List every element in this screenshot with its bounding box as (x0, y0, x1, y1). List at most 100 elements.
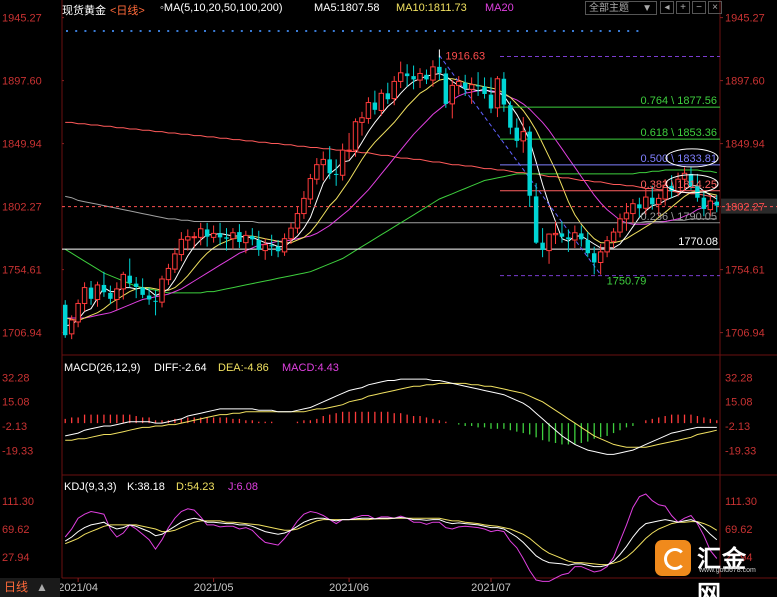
candle-body (585, 240, 590, 254)
collapse-icon[interactable]: ◂ (660, 1, 674, 14)
candle-body (153, 300, 158, 302)
candle-body (417, 72, 423, 81)
marker-dot (388, 30, 390, 32)
x-tick-label: 2021/05 (194, 582, 234, 594)
macd-value: MACD:4.43 (282, 362, 339, 374)
ma-params-label: ◦MA(5,10,20,50,100,200) (160, 2, 283, 14)
candle-body (533, 196, 539, 243)
candle-body (610, 231, 617, 242)
kdj-tick-label-left: 111.30 (2, 496, 34, 508)
price-tick-label-left: 1706.94 (2, 328, 42, 340)
kdj-d: D:54.23 (176, 481, 215, 493)
price-chart[interactable]: 1945.27 1945.27 1897.60 1897.60 1849.94 1849.… (0, 0, 777, 597)
marker-dot (516, 30, 519, 32)
marker-dot (415, 30, 418, 32)
marker-dot (305, 30, 308, 32)
price-tick-label-left: 1849.94 (2, 139, 42, 151)
candle-body (404, 73, 410, 77)
chevron-up-icon: ▲ (36, 580, 48, 594)
x-tick-label: 2021/07 (471, 582, 511, 594)
price-tick-label-right: 1897.60 (725, 76, 765, 88)
candle-body (230, 232, 236, 240)
candle-body (250, 236, 255, 240)
marker-dot (268, 30, 271, 32)
minus-icon[interactable]: − (692, 1, 706, 14)
marker-dot (608, 30, 611, 32)
candle-body (508, 105, 513, 128)
price-tick-label-left: 1897.60 (2, 76, 42, 88)
site-logo: 汇金网 www.gold678.com (655, 540, 765, 597)
marker-dot (75, 30, 78, 32)
theme-dropdown[interactable]: 全部主题 ▼ (585, 1, 657, 15)
price-tick-label-right: 1754.61 (725, 265, 765, 277)
period-tab[interactable]: 日线 ▲ (0, 578, 60, 597)
candle-body (81, 287, 88, 304)
period-label[interactable]: <日线> (110, 2, 145, 18)
candle-body (108, 292, 113, 299)
candle-body (397, 72, 404, 82)
candle-body (243, 234, 249, 244)
candle-body (165, 267, 172, 281)
candle-body (707, 200, 714, 211)
marker-dot (121, 30, 124, 32)
candle-body (178, 238, 185, 256)
macd-params: MACD(26,12,9) (64, 362, 141, 374)
price-tick-label-left: 1754.61 (2, 265, 42, 277)
marker-dot (397, 30, 400, 32)
marker-dot (259, 30, 262, 32)
macd-tick-label-left: -19.33 (2, 446, 33, 458)
price-tick-label-right: 1802.27 (725, 202, 765, 214)
marker-dot (581, 30, 584, 32)
candle-body (437, 66, 442, 73)
price-tick-label-right: 1849.94 (725, 139, 765, 151)
marker-dot (369, 30, 372, 32)
candle-body (185, 236, 191, 241)
theme-dropdown-label: 全部主题 (589, 3, 629, 14)
kdj-j: J:6.08 (228, 481, 258, 493)
marker-dot (572, 30, 574, 32)
kdj-params: KDJ(9,3,3) (64, 481, 117, 493)
chevron-down-icon: ▼ (642, 3, 652, 14)
add-icon[interactable]: + (676, 1, 690, 14)
marker-dot (84, 30, 87, 32)
candle-body (385, 93, 390, 100)
candle-body (172, 253, 178, 270)
candle-body (210, 232, 217, 238)
candle-body (197, 228, 204, 238)
candle-body (346, 149, 352, 152)
marker-dot (158, 30, 160, 32)
fib-label: 0.500 \ 1833.81 (641, 153, 717, 165)
candle-body (114, 288, 120, 300)
macd-diff-line (65, 378, 717, 455)
marker-dot (185, 30, 188, 32)
candle-body (68, 319, 75, 335)
macd-tick-label-right: -2.13 (725, 421, 750, 433)
marker-dot (443, 30, 446, 32)
marker-dot (231, 30, 234, 32)
candle-body (146, 295, 152, 300)
ma5-value: MA5:1807.58 (314, 2, 380, 14)
x-tick-label: 2021/04 (58, 582, 98, 594)
candle-body (650, 197, 655, 205)
fib-label: 0.236 \ 1790.05 (641, 211, 717, 223)
candle-body (365, 102, 372, 119)
candle-body (140, 287, 145, 295)
candle-body (597, 251, 604, 263)
macd-dea-line (65, 382, 717, 448)
marker-dot (562, 30, 565, 32)
macd-tick-label-right: -19.33 (725, 446, 756, 458)
marker-dot (434, 30, 436, 32)
candle-body (520, 131, 526, 142)
candle-body (204, 229, 210, 237)
macd-tick-label-right: 15.08 (725, 397, 753, 409)
candle-body (378, 92, 385, 111)
kdj-d-line (65, 517, 718, 566)
candle-body (456, 80, 462, 86)
candle-body (514, 127, 520, 141)
candle-body (643, 196, 649, 209)
close-icon[interactable]: × (708, 1, 722, 14)
kdj-tick-label-left: 27.94 (2, 552, 30, 564)
marker-dot (286, 30, 289, 32)
candle-body (224, 237, 229, 239)
marker-dot (627, 30, 630, 32)
